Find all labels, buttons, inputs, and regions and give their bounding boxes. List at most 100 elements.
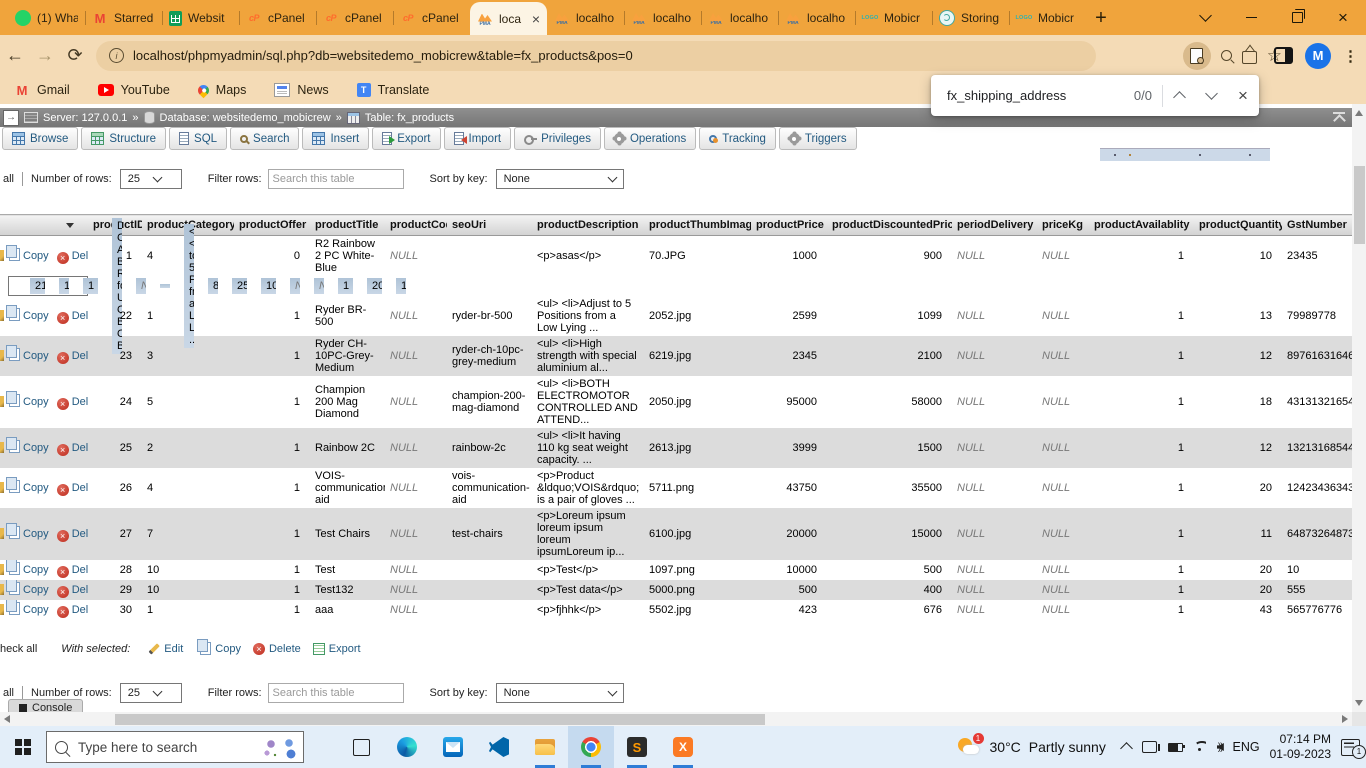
delete-row-button[interactable]: Delete [72, 604, 88, 616]
cell-GstNumber[interactable]: 1234567890 [396, 278, 406, 294]
vscode-button[interactable] [476, 726, 522, 768]
edge-button[interactable] [384, 726, 430, 768]
cell-productID[interactable]: 28 [88, 560, 142, 580]
cell-periodDelivery[interactable]: NULL [952, 376, 1037, 428]
cell-productAvailablity[interactable]: 1 [1089, 236, 1194, 277]
browser-tab[interactable]: Storing [932, 1, 1009, 35]
column-header-productAvailablity[interactable]: productAvailablity [1089, 215, 1194, 236]
cell-seoUri[interactable]: rainbow-2c [447, 428, 532, 468]
url-text[interactable]: localhost/phpmyadmin/sql.php?db=websited… [133, 48, 633, 63]
show-all-label[interactable]: all [3, 173, 14, 185]
cell-seoUri[interactable] [160, 284, 170, 288]
new-tab-button[interactable]: + [1086, 3, 1116, 33]
table-row[interactable]: Copy×Delete29101Test132NULL<p>Test data<… [0, 580, 1352, 600]
pma-tab-tracking[interactable]: Tracking [699, 127, 776, 150]
cell-productID[interactable]: 29 [88, 580, 142, 600]
cell-productDiscountedPrice[interactable]: 900 [827, 236, 952, 277]
forward-button[interactable]: → [30, 45, 60, 66]
delete-row-button[interactable]: Delete [72, 442, 88, 454]
copy-row-button[interactable]: Copy [23, 528, 49, 540]
copy-row-button[interactable]: Copy [23, 442, 49, 454]
weather-widget[interactable]: 1 30°C Partly sunny [952, 736, 1112, 758]
taskbar-search-box[interactable]: Type here to search [46, 731, 304, 763]
cell-periodDelivery[interactable]: NULL [952, 468, 1037, 508]
horizontal-scroll-thumb[interactable] [115, 714, 765, 725]
tab-close-icon[interactable]: × [532, 11, 540, 27]
cell-productDiscountedPrice[interactable]: 58000 [827, 376, 952, 428]
column-header-productQuantity[interactable]: productQuantity [1194, 215, 1282, 236]
copy-selected-button[interactable]: Copy [195, 642, 241, 655]
cell-productTitle[interactable]: Ryder CH-10PC-Grey-Medium [310, 336, 385, 376]
cell-priceKg[interactable]: NULL [1037, 236, 1089, 277]
column-header-productThumbImage[interactable]: productThumbImage [644, 215, 751, 236]
find-close-button[interactable]: × [1227, 86, 1259, 106]
copy-icon[interactable] [9, 582, 20, 595]
delete-row-button[interactable]: Delete [72, 310, 88, 322]
column-header-productTitle[interactable]: productTitle [310, 215, 385, 236]
cell-productCode[interactable]: NULL [385, 336, 447, 376]
cell-productDescription[interactable]: <ul> <li>Adjust to 5 Positions from a Lo… [184, 224, 194, 348]
cell-productCategory[interactable]: 1 [59, 278, 69, 294]
delete-row-button[interactable]: Delete [72, 250, 88, 262]
cell-seoUri[interactable]: vois-communication-aid [447, 468, 532, 508]
cell-GstNumber[interactable]: 12423436343 [1282, 468, 1352, 508]
cell-productCategory[interactable]: 7 [142, 508, 234, 560]
browser-tab[interactable]: PMAlocalho [547, 1, 624, 35]
column-header-productDescription[interactable]: productDescription [532, 215, 644, 236]
menu-icon[interactable]: ⋮ [1343, 47, 1358, 65]
cell-seoUri[interactable] [447, 600, 532, 620]
table-row[interactable]: Copy×Delete2331Ryder CH-10PC-Grey-Medium… [0, 336, 1352, 376]
column-header-periodDelivery[interactable]: periodDelivery [952, 215, 1037, 236]
cell-periodDelivery[interactable]: NULL [290, 278, 300, 294]
copy-row-button[interactable]: Copy [23, 250, 49, 262]
delete-icon[interactable]: × [57, 398, 69, 410]
cell-productCategory[interactable]: 5 [142, 376, 234, 428]
cell-productThumbImage[interactable]: 5711.png [644, 468, 751, 508]
cell-GstNumber[interactable]: 10 [1282, 560, 1352, 580]
cell-productDiscountedPrice[interactable]: 400 [827, 580, 952, 600]
copy-icon[interactable] [9, 394, 20, 407]
column-header-GstNumber[interactable]: GstNumber [1282, 215, 1352, 236]
cell-seoUri[interactable]: ryder-br-500 [447, 296, 532, 336]
cell-priceKg[interactable]: NULL [1037, 336, 1089, 376]
cell-productCode[interactable]: NULL [385, 600, 447, 620]
edit-selected-button[interactable]: Edit [148, 642, 183, 655]
cell-productCode[interactable]: NULL [136, 278, 146, 294]
pma-tab-insert[interactable]: Insert [302, 127, 369, 150]
cell-productAvailablity[interactable]: 1 [1089, 560, 1194, 580]
cell-productCategory[interactable]: 2 [142, 428, 234, 468]
pma-tab-triggers[interactable]: Triggers [779, 127, 857, 150]
table-row[interactable]: Copy×Delete140R2 Rainbow 2 PC White-Blue… [0, 236, 1352, 277]
close-button[interactable]: × [1320, 0, 1366, 34]
browser-tab[interactable]: MStarred [85, 1, 162, 35]
cell-productCode[interactable]: NULL [385, 580, 447, 600]
cell-priceKg[interactable]: NULL [1037, 508, 1089, 560]
rows-select[interactable]: 25 [120, 683, 182, 703]
cell-productQuantity[interactable]: 20 [1194, 468, 1282, 508]
table-row[interactable]: Copy×Delete2771Test ChairsNULLtest-chair… [0, 508, 1352, 560]
cell-productAvailablity[interactable]: 1 [1089, 468, 1194, 508]
cell-productID[interactable]: 24 [88, 376, 142, 428]
table-row[interactable]: Copy×Delete2451Champion 200 Mag DiamondN… [0, 376, 1352, 428]
browser-tab[interactable]: (1) Wha [8, 1, 85, 35]
cell-productQuantity[interactable]: 20 [1194, 580, 1282, 600]
table-row[interactable]: Copy×Delete28101TestNULL<p>Test</p>1097.… [0, 560, 1352, 580]
find-in-page-button[interactable] [1183, 42, 1211, 70]
cell-periodDelivery[interactable]: NULL [952, 236, 1037, 277]
column-header-productOffer[interactable]: productOffer [234, 215, 310, 236]
cell-productDescription[interactable]: <ul> <li>It having 110 kg seat weight ca… [532, 428, 644, 468]
table-row[interactable]: Copy×Delete3011aaaNULL<p>fjhhk</p>5502.j… [0, 600, 1352, 620]
start-button[interactable] [0, 726, 46, 768]
cell-periodDelivery[interactable]: NULL [952, 296, 1037, 336]
cell-productThumbImage[interactable]: 2050.jpg [644, 376, 751, 428]
cell-productAvailablity[interactable]: 1 [1089, 428, 1194, 468]
minimize-button[interactable] [1228, 0, 1274, 34]
sort-key-select[interactable]: None [496, 683, 624, 703]
browser-tab[interactable]: PMAlocalho [624, 1, 701, 35]
seasonal-art-icon[interactable] [259, 735, 299, 761]
browser-tab[interactable]: cPcPanel [316, 1, 393, 35]
cell-productID[interactable]: 26 [88, 468, 142, 508]
cell-seoUri[interactable]: test-chairs [447, 508, 532, 560]
cell-priceKg[interactable]: NULL [1037, 428, 1089, 468]
cell-productPrice[interactable]: 95000 [751, 376, 827, 428]
